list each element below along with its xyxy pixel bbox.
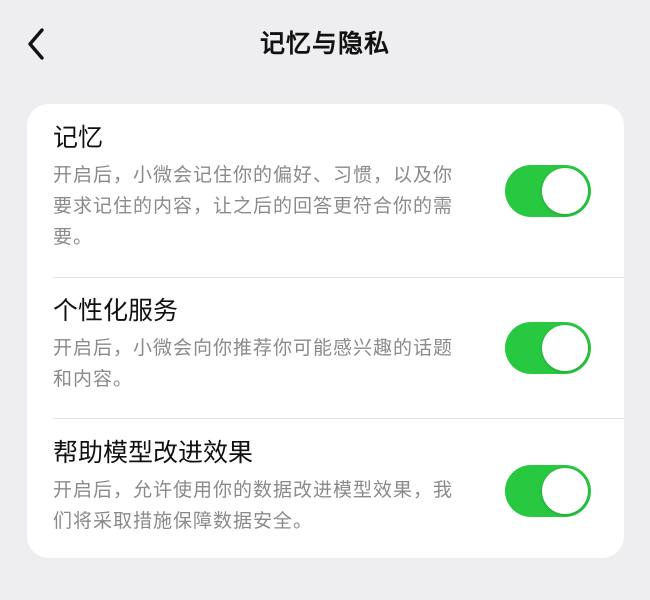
setting-text-personalized-service: 个性化服务 开启后，小微会向你推荐你可能感兴趣的话题和内容。 bbox=[53, 294, 463, 395]
setting-row-model-improvement: 帮助模型改进效果 开启后，允许使用你的数据改进模型效果，我们将采取措施保障数据安… bbox=[27, 419, 624, 558]
toggle-knob bbox=[542, 325, 588, 371]
toggle-knob bbox=[542, 168, 588, 214]
personalized-service-toggle[interactable] bbox=[505, 322, 591, 374]
setting-text-memory: 记忆 开启后，小微会记住你的偏好、习惯，以及你要求记住的内容，让之后的回答更符合… bbox=[53, 121, 463, 253]
setting-title-model-improvement: 帮助模型改进效果 bbox=[53, 438, 254, 467]
setting-text-model-improvement: 帮助模型改进效果 开启后，允许使用你的数据改进模型效果，我们将采取措施保障数据安… bbox=[53, 436, 463, 537]
settings-card: 记忆 开启后，小微会记住你的偏好、习惯，以及你要求记住的内容，让之后的回答更符合… bbox=[27, 104, 624, 558]
toggle-knob bbox=[542, 468, 588, 514]
memory-toggle[interactable] bbox=[505, 165, 591, 217]
page-title: 记忆与隐私 bbox=[259, 29, 390, 58]
setting-description-personalized-service: 开启后，小微会向你推荐你可能感兴趣的话题和内容。 bbox=[53, 337, 454, 390]
setting-description-memory: 开启后，小微会记住你的偏好、习惯，以及你要求记住的内容，让之后的回答更符合你的需… bbox=[53, 164, 454, 248]
navigation-bar: 记忆与隐私 bbox=[0, 0, 650, 86]
setting-description-model-improvement: 开启后，允许使用你的数据改进模型效果，我们将采取措施保障数据安全。 bbox=[53, 479, 454, 532]
setting-row-memory: 记忆 开启后，小微会记住你的偏好、习惯，以及你要求记住的内容，让之后的回答更符合… bbox=[27, 104, 624, 278]
model-improvement-toggle[interactable] bbox=[505, 465, 591, 517]
setting-title-memory: 记忆 bbox=[53, 123, 104, 152]
setting-title-personalized-service: 个性化服务 bbox=[53, 296, 179, 325]
setting-row-personalized-service: 个性化服务 开启后，小微会向你推荐你可能感兴趣的话题和内容。 bbox=[27, 278, 624, 419]
